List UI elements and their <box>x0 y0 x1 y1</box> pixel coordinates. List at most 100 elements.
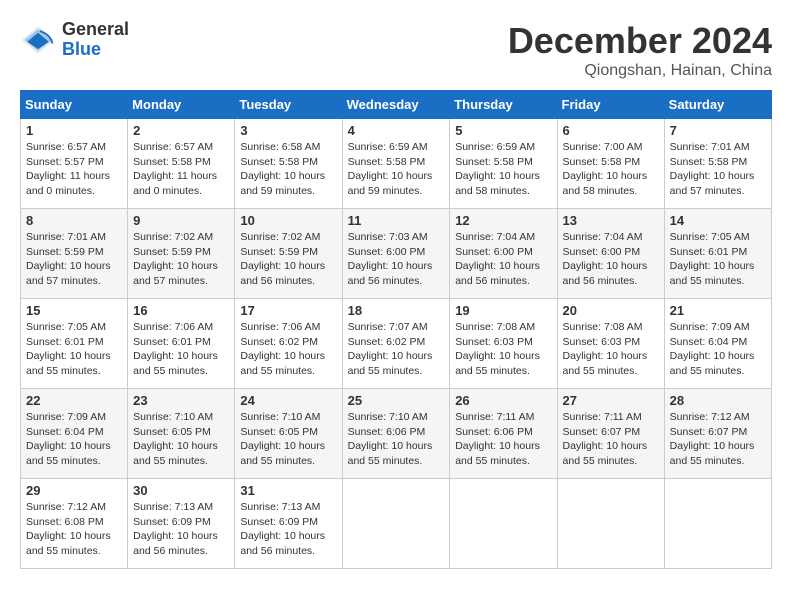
day-number: 29 <box>26 483 122 498</box>
logo-text: General Blue <box>62 20 129 60</box>
calendar-cell: 26 Sunrise: 7:11 AMSunset: 6:06 PMDaylig… <box>450 389 557 479</box>
day-info: Sunrise: 7:10 AMSunset: 6:05 PMDaylight:… <box>240 410 336 469</box>
logo: General Blue <box>20 20 129 60</box>
day-number: 8 <box>26 213 122 228</box>
calendar-cell: 21 Sunrise: 7:09 AMSunset: 6:04 PMDaylig… <box>664 299 771 389</box>
title-area: December 2024 Qiongshan, Hainan, China <box>508 20 772 80</box>
day-number: 6 <box>563 123 659 138</box>
day-info: Sunrise: 7:09 AMSunset: 6:04 PMDaylight:… <box>670 320 766 379</box>
calendar-cell <box>664 479 771 569</box>
calendar-cell: 28 Sunrise: 7:12 AMSunset: 6:07 PMDaylig… <box>664 389 771 479</box>
calendar-week-row: 1 Sunrise: 6:57 AMSunset: 5:57 PMDayligh… <box>21 119 772 209</box>
calendar-cell: 27 Sunrise: 7:11 AMSunset: 6:07 PMDaylig… <box>557 389 664 479</box>
calendar-cell: 14 Sunrise: 7:05 AMSunset: 6:01 PMDaylig… <box>664 209 771 299</box>
day-info: Sunrise: 7:09 AMSunset: 6:04 PMDaylight:… <box>26 410 122 469</box>
calendar-cell: 8 Sunrise: 7:01 AMSunset: 5:59 PMDayligh… <box>21 209 128 299</box>
day-number: 17 <box>240 303 336 318</box>
day-number: 9 <box>133 213 229 228</box>
day-info: Sunrise: 7:11 AMSunset: 6:06 PMDaylight:… <box>455 410 551 469</box>
calendar-cell: 24 Sunrise: 7:10 AMSunset: 6:05 PMDaylig… <box>235 389 342 479</box>
calendar-cell: 19 Sunrise: 7:08 AMSunset: 6:03 PMDaylig… <box>450 299 557 389</box>
calendar-cell: 9 Sunrise: 7:02 AMSunset: 5:59 PMDayligh… <box>128 209 235 299</box>
calendar-cell: 20 Sunrise: 7:08 AMSunset: 6:03 PMDaylig… <box>557 299 664 389</box>
calendar-header-friday: Friday <box>557 91 664 119</box>
day-info: Sunrise: 7:12 AMSunset: 6:07 PMDaylight:… <box>670 410 766 469</box>
day-number: 10 <box>240 213 336 228</box>
calendar-cell: 15 Sunrise: 7:05 AMSunset: 6:01 PMDaylig… <box>21 299 128 389</box>
day-number: 13 <box>563 213 659 228</box>
day-number: 22 <box>26 393 122 408</box>
calendar-cell: 7 Sunrise: 7:01 AMSunset: 5:58 PMDayligh… <box>664 119 771 209</box>
calendar-cell: 25 Sunrise: 7:10 AMSunset: 6:06 PMDaylig… <box>342 389 450 479</box>
day-number: 2 <box>133 123 229 138</box>
day-info: Sunrise: 7:11 AMSunset: 6:07 PMDaylight:… <box>563 410 659 469</box>
day-number: 23 <box>133 393 229 408</box>
calendar-cell: 29 Sunrise: 7:12 AMSunset: 6:08 PMDaylig… <box>21 479 128 569</box>
day-number: 4 <box>348 123 445 138</box>
day-info: Sunrise: 7:03 AMSunset: 6:00 PMDaylight:… <box>348 230 445 289</box>
logo-icon <box>20 22 56 58</box>
day-info: Sunrise: 7:02 AMSunset: 5:59 PMDaylight:… <box>133 230 229 289</box>
month-title: December 2024 <box>508 20 772 62</box>
day-info: Sunrise: 6:57 AMSunset: 5:58 PMDaylight:… <box>133 140 229 199</box>
calendar-cell: 23 Sunrise: 7:10 AMSunset: 6:05 PMDaylig… <box>128 389 235 479</box>
day-info: Sunrise: 7:08 AMSunset: 6:03 PMDaylight:… <box>455 320 551 379</box>
day-number: 31 <box>240 483 336 498</box>
day-number: 27 <box>563 393 659 408</box>
day-number: 5 <box>455 123 551 138</box>
day-info: Sunrise: 7:13 AMSunset: 6:09 PMDaylight:… <box>240 500 336 559</box>
day-number: 14 <box>670 213 766 228</box>
day-info: Sunrise: 7:04 AMSunset: 6:00 PMDaylight:… <box>563 230 659 289</box>
calendar-header-sunday: Sunday <box>21 91 128 119</box>
calendar-cell: 17 Sunrise: 7:06 AMSunset: 6:02 PMDaylig… <box>235 299 342 389</box>
calendar-cell <box>557 479 664 569</box>
calendar-cell: 18 Sunrise: 7:07 AMSunset: 6:02 PMDaylig… <box>342 299 450 389</box>
day-number: 21 <box>670 303 766 318</box>
calendar-week-row: 22 Sunrise: 7:09 AMSunset: 6:04 PMDaylig… <box>21 389 772 479</box>
day-info: Sunrise: 7:06 AMSunset: 6:02 PMDaylight:… <box>240 320 336 379</box>
day-number: 11 <box>348 213 445 228</box>
calendar-cell <box>342 479 450 569</box>
calendar-week-row: 29 Sunrise: 7:12 AMSunset: 6:08 PMDaylig… <box>21 479 772 569</box>
calendar-header-thursday: Thursday <box>450 91 557 119</box>
calendar-table: SundayMondayTuesdayWednesdayThursdayFrid… <box>20 90 772 569</box>
calendar-header-monday: Monday <box>128 91 235 119</box>
calendar-cell: 30 Sunrise: 7:13 AMSunset: 6:09 PMDaylig… <box>128 479 235 569</box>
day-info: Sunrise: 6:59 AMSunset: 5:58 PMDaylight:… <box>455 140 551 199</box>
day-info: Sunrise: 7:00 AMSunset: 5:58 PMDaylight:… <box>563 140 659 199</box>
day-info: Sunrise: 7:04 AMSunset: 6:00 PMDaylight:… <box>455 230 551 289</box>
calendar-cell: 2 Sunrise: 6:57 AMSunset: 5:58 PMDayligh… <box>128 119 235 209</box>
day-info: Sunrise: 7:01 AMSunset: 5:59 PMDaylight:… <box>26 230 122 289</box>
day-number: 24 <box>240 393 336 408</box>
calendar-cell: 22 Sunrise: 7:09 AMSunset: 6:04 PMDaylig… <box>21 389 128 479</box>
calendar-header-row: SundayMondayTuesdayWednesdayThursdayFrid… <box>21 91 772 119</box>
day-number: 25 <box>348 393 445 408</box>
calendar-cell: 16 Sunrise: 7:06 AMSunset: 6:01 PMDaylig… <box>128 299 235 389</box>
calendar-cell: 10 Sunrise: 7:02 AMSunset: 5:59 PMDaylig… <box>235 209 342 299</box>
day-number: 18 <box>348 303 445 318</box>
calendar-cell: 4 Sunrise: 6:59 AMSunset: 5:58 PMDayligh… <box>342 119 450 209</box>
calendar-cell: 6 Sunrise: 7:00 AMSunset: 5:58 PMDayligh… <box>557 119 664 209</box>
day-number: 12 <box>455 213 551 228</box>
calendar-cell: 1 Sunrise: 6:57 AMSunset: 5:57 PMDayligh… <box>21 119 128 209</box>
day-info: Sunrise: 7:10 AMSunset: 6:05 PMDaylight:… <box>133 410 229 469</box>
location: Qiongshan, Hainan, China <box>508 62 772 80</box>
day-info: Sunrise: 7:02 AMSunset: 5:59 PMDaylight:… <box>240 230 336 289</box>
calendar-cell: 11 Sunrise: 7:03 AMSunset: 6:00 PMDaylig… <box>342 209 450 299</box>
logo-general: General <box>62 20 129 40</box>
calendar-cell <box>450 479 557 569</box>
day-number: 28 <box>670 393 766 408</box>
day-number: 30 <box>133 483 229 498</box>
page-header: General Blue December 2024 Qiongshan, Ha… <box>20 20 772 80</box>
day-info: Sunrise: 7:05 AMSunset: 6:01 PMDaylight:… <box>670 230 766 289</box>
day-info: Sunrise: 7:10 AMSunset: 6:06 PMDaylight:… <box>348 410 445 469</box>
calendar-cell: 12 Sunrise: 7:04 AMSunset: 6:00 PMDaylig… <box>450 209 557 299</box>
day-info: Sunrise: 7:06 AMSunset: 6:01 PMDaylight:… <box>133 320 229 379</box>
day-number: 26 <box>455 393 551 408</box>
calendar-cell: 3 Sunrise: 6:58 AMSunset: 5:58 PMDayligh… <box>235 119 342 209</box>
day-info: Sunrise: 7:12 AMSunset: 6:08 PMDaylight:… <box>26 500 122 559</box>
calendar-cell: 31 Sunrise: 7:13 AMSunset: 6:09 PMDaylig… <box>235 479 342 569</box>
day-info: Sunrise: 6:57 AMSunset: 5:57 PMDaylight:… <box>26 140 122 199</box>
calendar-header-saturday: Saturday <box>664 91 771 119</box>
day-number: 1 <box>26 123 122 138</box>
